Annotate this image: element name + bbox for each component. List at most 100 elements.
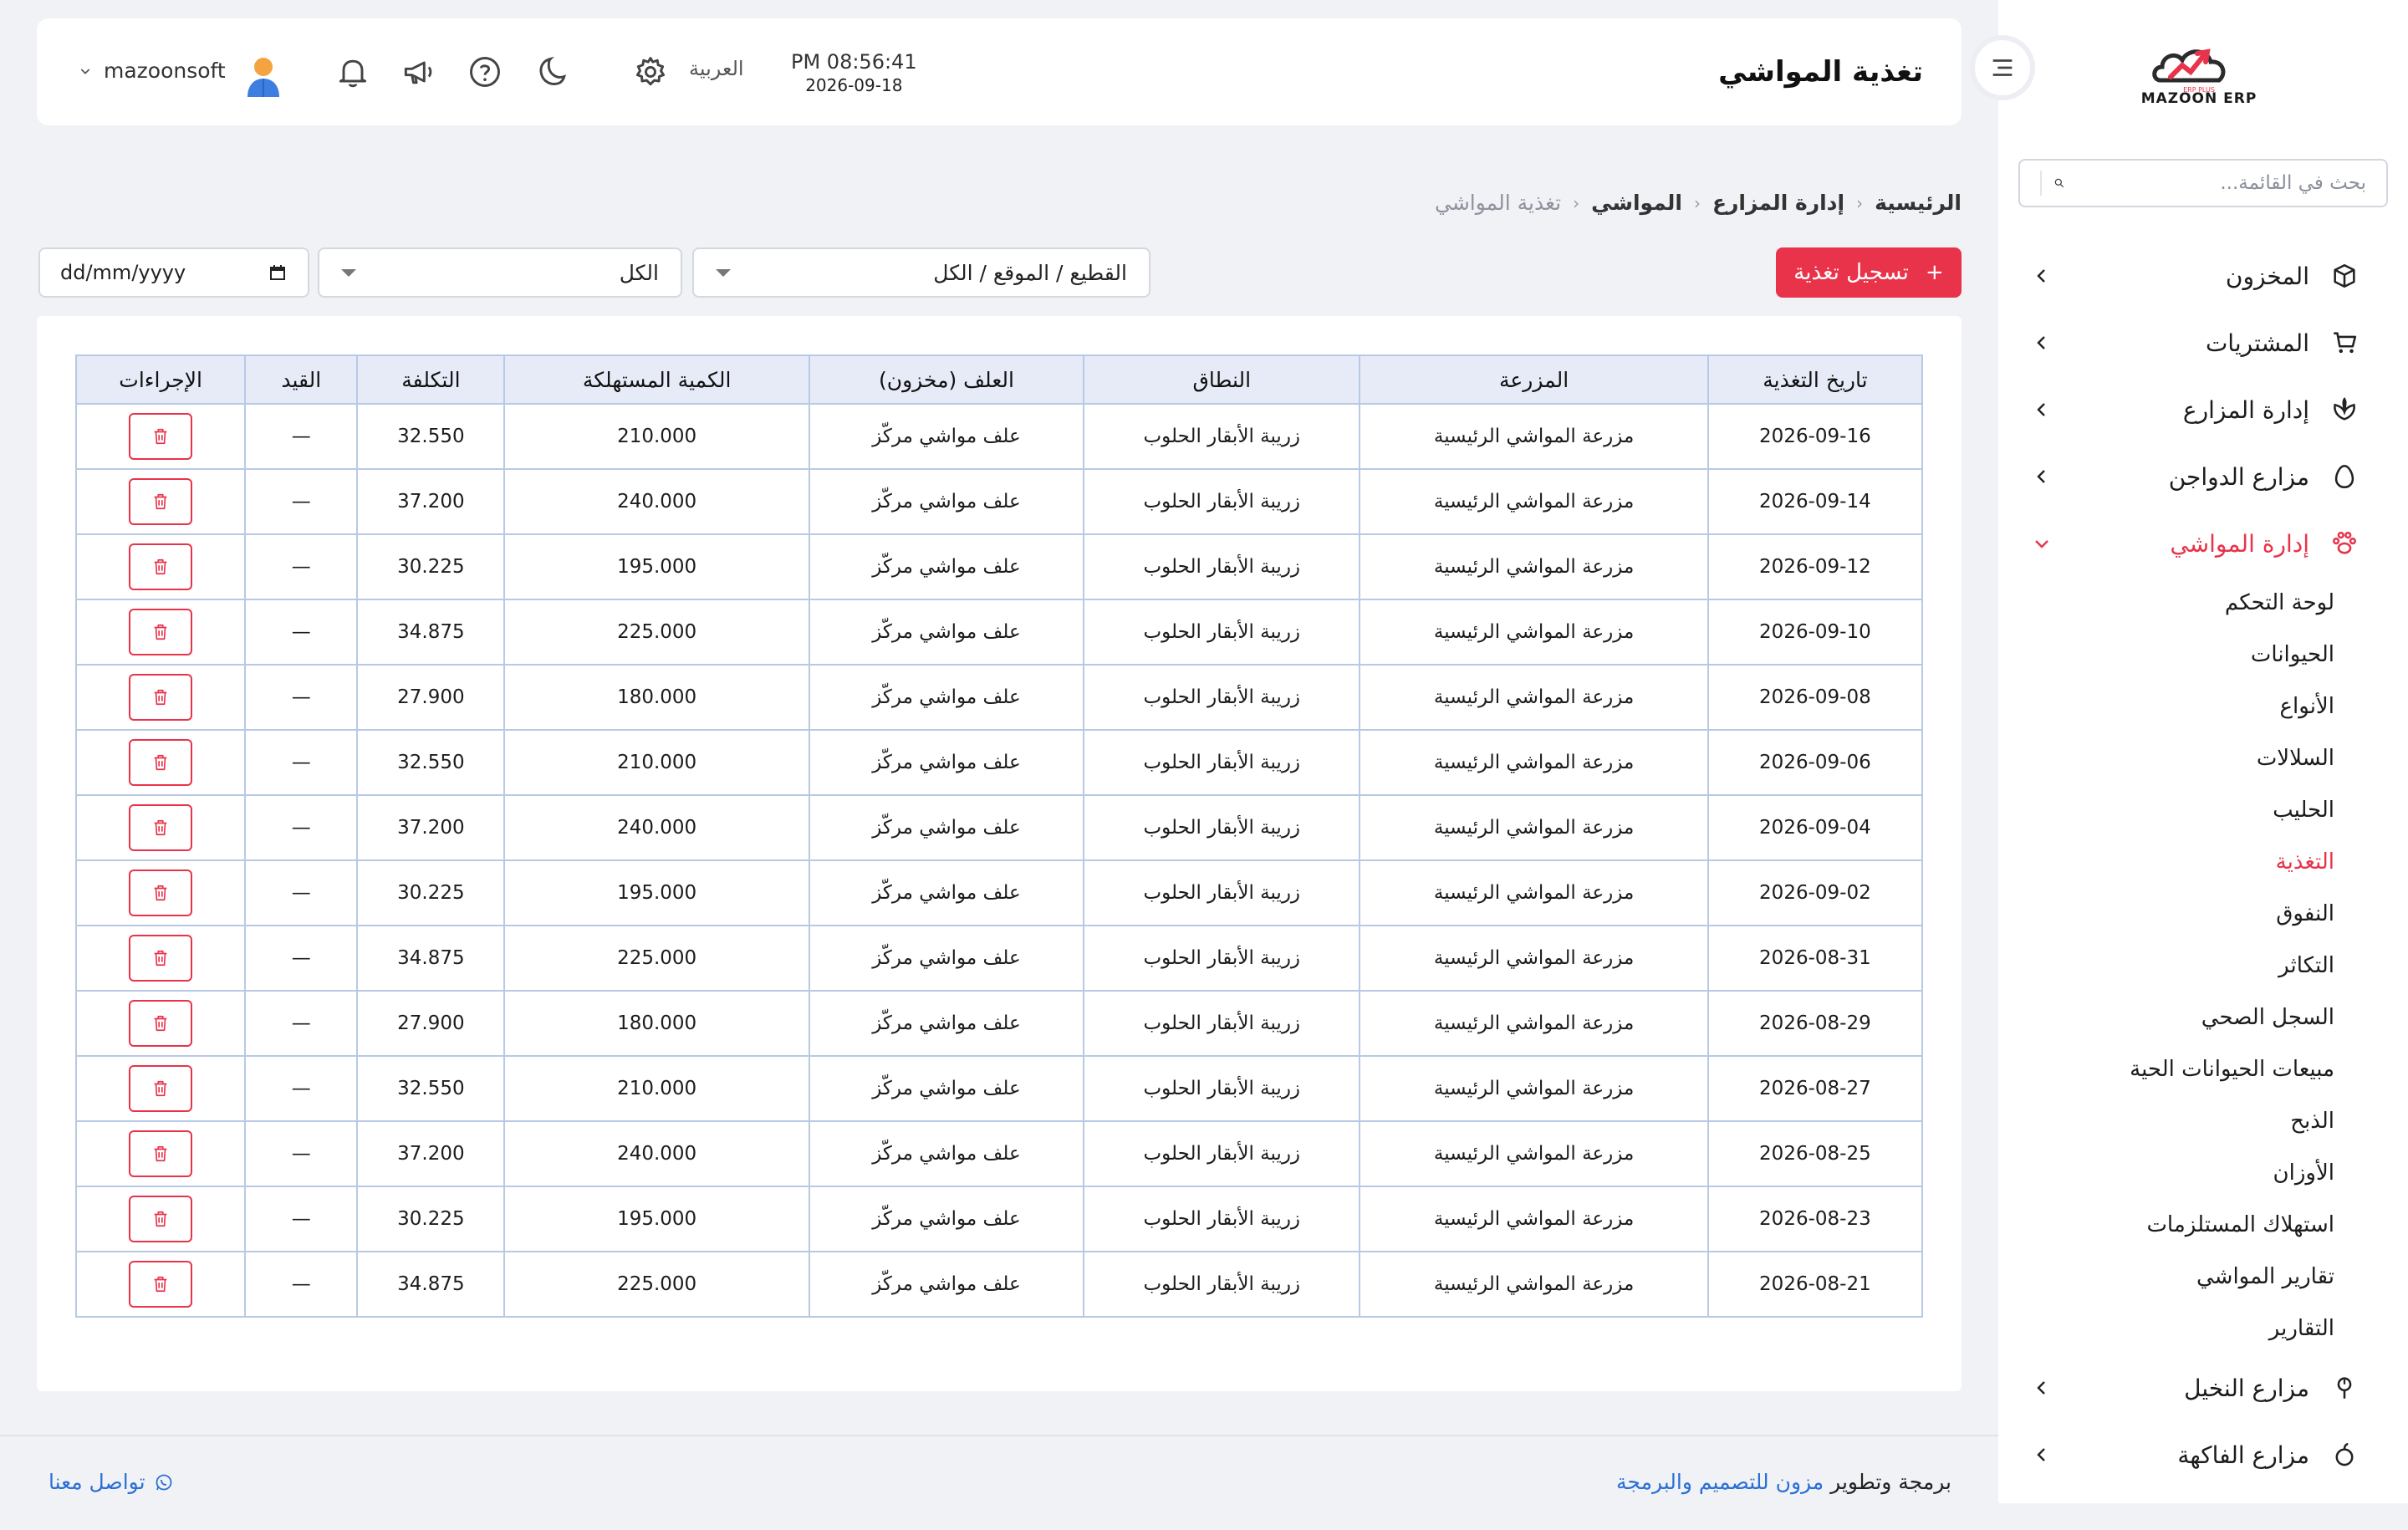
brand-logo[interactable]: ERP PLUS MAZOON ERP bbox=[2140, 37, 2258, 112]
cell-farm: مزرعة المواشي الرئيسية bbox=[1359, 729, 1709, 796]
language-switch[interactable]: العربية bbox=[689, 57, 744, 80]
gear-icon[interactable] bbox=[632, 54, 669, 90]
delete-button[interactable] bbox=[129, 870, 193, 916]
delete-button[interactable] bbox=[129, 1000, 193, 1047]
delete-button[interactable] bbox=[129, 804, 193, 851]
sidebar-item-inventory[interactable]: المخزون bbox=[1998, 242, 2408, 309]
menu-icon bbox=[1992, 59, 2013, 76]
delete-button[interactable] bbox=[129, 1130, 193, 1177]
herd-filter-select[interactable]: القطيع / الموقع / الكل bbox=[692, 247, 1150, 298]
col-header-date[interactable]: تاريخ التغذية bbox=[1707, 354, 1924, 405]
chevron-down-icon bbox=[2035, 540, 2048, 548]
col-header-actions: الإجراءات bbox=[74, 354, 247, 405]
calendar-icon[interactable] bbox=[268, 263, 288, 283]
submenu-item-weights[interactable]: الأوزان bbox=[1998, 1147, 2334, 1199]
date-placeholder: dd/mm/yyyy bbox=[60, 261, 186, 284]
delete-button[interactable] bbox=[129, 609, 193, 655]
cell-date: 2026-09-08 bbox=[1707, 664, 1924, 731]
table-row: 2026-09-06 مزرعة المواشي الرئيسية زريبة ال… bbox=[74, 729, 1924, 796]
trash-icon bbox=[154, 624, 167, 640]
footer-credit-link[interactable]: مزون للتصميم والبرمجة bbox=[1616, 1470, 1824, 1494]
sidebar-item-poultry[interactable]: مزارع الدواجن bbox=[1998, 443, 2408, 510]
submenu-item-reports[interactable]: التقارير bbox=[1998, 1303, 2334, 1354]
submenu-item-breeds[interactable]: السلالات bbox=[1998, 732, 2334, 784]
cell-feed: علف مواشي مركّز bbox=[808, 1120, 1085, 1187]
col-header-scope[interactable]: النطاق bbox=[1083, 354, 1361, 405]
submenu-item-feeding[interactable]: التغذية bbox=[1998, 836, 2334, 888]
cell-entry: — bbox=[244, 1251, 359, 1318]
sidebar-item-purchases[interactable]: المشتريات bbox=[1998, 309, 2408, 376]
delete-button[interactable] bbox=[129, 935, 193, 982]
fruit-icon bbox=[2329, 1440, 2360, 1470]
submenu-item-types[interactable]: الأنواع bbox=[1998, 681, 2334, 732]
cell-date: 2026-08-23 bbox=[1707, 1186, 1924, 1252]
sidebar: ERP PLUS MAZOON ERP المخزون المشتريات bbox=[1998, 0, 2408, 1503]
submenu-item-slaughter[interactable]: الذبح bbox=[1998, 1095, 2334, 1147]
cell-scope: زريبة الأبقار الحلوب bbox=[1083, 794, 1361, 861]
col-header-farm[interactable]: المزرعة bbox=[1359, 354, 1709, 405]
cell-quantity: 225.000 bbox=[503, 599, 810, 666]
submenu-item-supplies[interactable]: استهلاك المستلزمات bbox=[1998, 1199, 2334, 1251]
trash-icon bbox=[154, 1080, 167, 1097]
cell-scope: زريبة الأبقار الحلوب bbox=[1083, 403, 1361, 470]
cell-actions bbox=[74, 1055, 247, 1122]
contact-link[interactable]: تواصل معنا bbox=[48, 1470, 174, 1494]
cell-feed: علف مواشي مركّز bbox=[808, 1186, 1085, 1252]
submenu-item-milk[interactable]: الحليب bbox=[1998, 784, 2334, 836]
cell-date: 2026-09-12 bbox=[1707, 533, 1924, 600]
plus-icon: + bbox=[1925, 260, 1944, 285]
moon-icon[interactable] bbox=[535, 54, 572, 90]
scope-filter-select[interactable]: الكل bbox=[318, 247, 682, 298]
delete-button[interactable] bbox=[129, 674, 193, 721]
sidebar-item-fruit[interactable]: مزارع الفاكهة bbox=[1998, 1421, 2408, 1488]
submenu-item-mortality[interactable]: النفوق bbox=[1998, 888, 2334, 940]
cell-feed: علف مواشي مركّز bbox=[808, 1251, 1085, 1318]
submenu-item-dashboard[interactable]: لوحة التحكم bbox=[1998, 577, 2334, 629]
submenu-item-animals[interactable]: الحيوانات bbox=[1998, 629, 2334, 681]
sidebar-toggle-button[interactable] bbox=[1970, 35, 2035, 100]
user-menu[interactable]: mazoonsoft bbox=[79, 59, 226, 83]
table-row: 2026-09-08 مزرعة المواشي الرئيسية زريبة ال… bbox=[74, 664, 1924, 731]
delete-button[interactable] bbox=[129, 1261, 193, 1308]
cell-date: 2026-09-10 bbox=[1707, 599, 1924, 666]
col-header-feed[interactable]: العلف (مخزون) bbox=[808, 354, 1085, 405]
delete-button[interactable] bbox=[129, 543, 193, 590]
submenu-item-breeding[interactable]: التكاثر bbox=[1998, 940, 2334, 992]
megaphone-icon[interactable] bbox=[400, 54, 436, 90]
avatar[interactable] bbox=[242, 54, 284, 100]
date-filter-input[interactable]: dd/mm/yyyy bbox=[38, 247, 309, 298]
cell-cost: 34.875 bbox=[356, 599, 506, 666]
sidebar-search[interactable] bbox=[2018, 159, 2388, 207]
submenu-item-livestock-reports[interactable]: تقارير المواشي bbox=[1998, 1251, 2334, 1303]
logo-icon: ERP PLUS bbox=[2152, 48, 2226, 94]
breadcrumb-livestock[interactable]: المواشي bbox=[1591, 191, 1682, 215]
delete-button[interactable] bbox=[129, 1065, 193, 1112]
submenu-item-health-record[interactable]: السجل الصحي bbox=[1998, 992, 2334, 1043]
help-icon[interactable] bbox=[467, 54, 503, 90]
sidebar-item-palm[interactable]: مزارع النخيل bbox=[1998, 1354, 2408, 1421]
sidebar-item-livestock[interactable]: إدارة المواشي bbox=[1998, 510, 2408, 577]
cell-quantity: 240.000 bbox=[503, 1120, 810, 1187]
breadcrumb-home[interactable]: الرئيسية bbox=[1875, 191, 1962, 215]
submenu-item-live-sales[interactable]: مبيعات الحيوانات الحية bbox=[1998, 1043, 2334, 1095]
sidebar-item-farms[interactable]: إدارة المزارع bbox=[1998, 376, 2408, 443]
livestock-submenu: لوحة التحكم الحيوانات الأنواع السلالات ا… bbox=[1998, 577, 2408, 1354]
delete-button[interactable] bbox=[129, 1196, 193, 1242]
leaf-icon bbox=[2329, 395, 2360, 425]
delete-button[interactable] bbox=[129, 413, 193, 460]
col-header-cost[interactable]: التكلفة bbox=[356, 354, 506, 405]
add-feeding-button[interactable]: + تسجيل تغذية bbox=[1776, 247, 1962, 298]
delete-button[interactable] bbox=[129, 739, 193, 786]
breadcrumb-farms[interactable]: إدارة المزارع bbox=[1712, 191, 1844, 215]
trash-icon bbox=[154, 1211, 167, 1227]
bell-icon[interactable] bbox=[334, 54, 371, 90]
cell-feed: علف مواشي مركّز bbox=[808, 794, 1085, 861]
cell-cost: 32.550 bbox=[356, 1055, 506, 1122]
cell-entry: — bbox=[244, 990, 359, 1057]
col-header-quantity[interactable]: الكمية المستهلكة bbox=[503, 354, 810, 405]
cell-farm: مزرعة المواشي الرئيسية bbox=[1359, 794, 1709, 861]
delete-button[interactable] bbox=[129, 478, 193, 525]
sidebar-search-input[interactable] bbox=[2065, 172, 2366, 194]
cell-date: 2026-08-21 bbox=[1707, 1251, 1924, 1318]
col-header-entry[interactable]: القيد bbox=[244, 354, 359, 405]
